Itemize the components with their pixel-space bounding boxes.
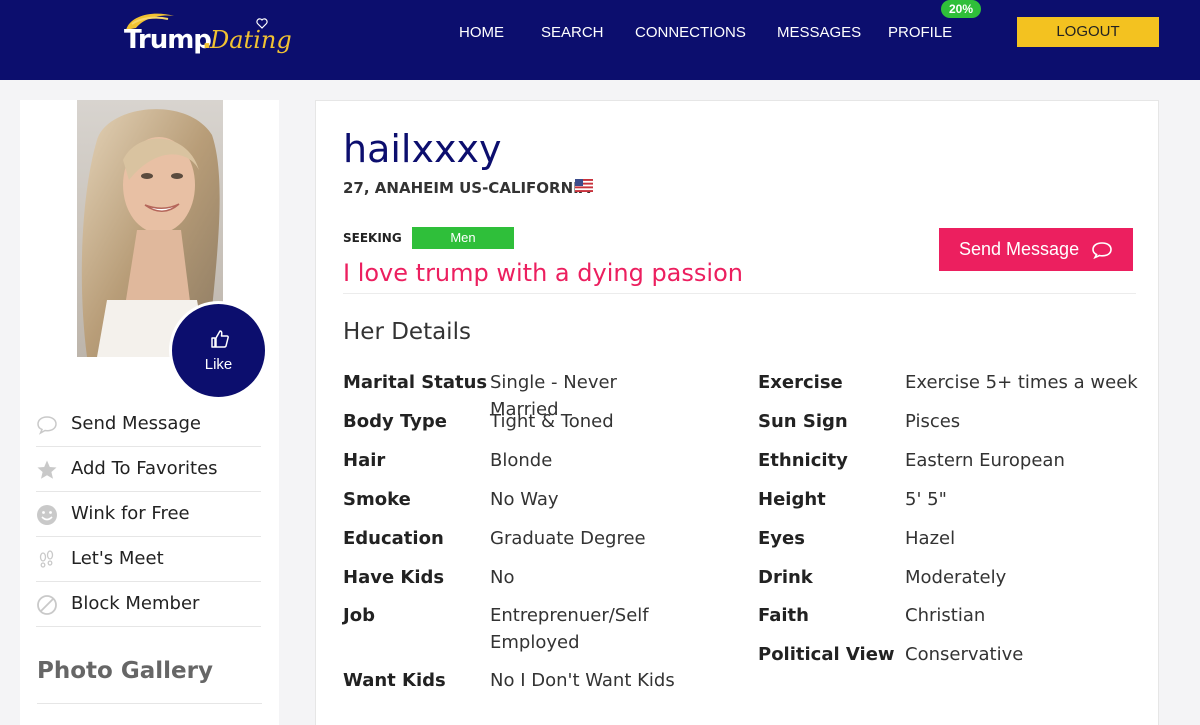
profile-location: 27, ANAHEIM US-CALIFORNIA <box>343 179 591 197</box>
section-divider <box>343 293 1136 294</box>
profile-main-panel: hailxxxy 27, ANAHEIM US-CALIFORNIA SEEKI… <box>315 100 1159 725</box>
nav-connections[interactable]: CONNECTIONS <box>635 24 746 41</box>
logo-word-dating: Dating <box>210 26 292 54</box>
detail-label: Have Kids <box>343 567 445 588</box>
logout-button[interactable]: LOGOUT <box>1017 17 1159 47</box>
detail-value: No Way <box>490 489 559 510</box>
wink-label: Wink for Free <box>71 503 190 524</box>
block-member-label: Block Member <box>71 593 200 614</box>
lets-meet-action[interactable]: Let's Meet <box>36 537 261 582</box>
detail-label: Education <box>343 528 444 549</box>
profile-completion-badge: 20% <box>941 0 981 18</box>
detail-value: Moderately <box>905 567 1007 588</box>
send-message-button[interactable]: Send Message <box>939 228 1133 271</box>
wink-action[interactable]: Wink for Free <box>36 492 261 537</box>
speech-bubble-icon <box>1092 242 1112 259</box>
nav-home[interactable]: HOME <box>459 24 504 41</box>
send-message-button-label: Send Message <box>959 239 1080 259</box>
profile-sidebar: Like Send Message Add To Favorites Wink … <box>20 100 279 725</box>
us-flag-icon <box>575 179 593 192</box>
detail-value: Tight & Toned <box>490 411 614 432</box>
detail-label: Hair <box>343 450 386 471</box>
detail-value: Christian <box>905 605 986 626</box>
thumbs-up-icon <box>211 330 229 348</box>
photo-gallery-title: Photo Gallery <box>37 658 213 684</box>
detail-label: Height <box>758 489 826 510</box>
footprints-icon <box>39 550 54 568</box>
detail-label: Exercise <box>758 372 843 393</box>
seeking-label: SEEKING <box>343 231 402 245</box>
send-message-action[interactable]: Send Message <box>36 402 261 447</box>
logo-word-trump: Trump <box>124 25 212 55</box>
details-title: Her Details <box>343 319 471 345</box>
detail-label: Smoke <box>343 489 411 510</box>
like-button[interactable]: Like <box>169 301 268 400</box>
detail-label: Body Type <box>343 411 447 432</box>
gallery-divider <box>37 703 262 704</box>
detail-value: No I Don't Want Kids <box>490 670 675 691</box>
detail-label: Job <box>343 605 375 626</box>
smiley-icon <box>37 505 57 525</box>
nav-search[interactable]: SEARCH <box>541 24 604 41</box>
block-member-action[interactable]: Block Member <box>36 582 261 627</box>
site-logo[interactable]: Trump . Dating <box>118 10 293 60</box>
profile-tagline: I love trump with a dying passion <box>343 259 743 287</box>
detail-value: Conservative <box>905 644 1024 665</box>
detail-value: Hazel <box>905 528 956 549</box>
send-message-label: Send Message <box>71 413 201 434</box>
detail-label: Eyes <box>758 528 805 549</box>
detail-label: Faith <box>758 605 809 626</box>
detail-label: Ethnicity <box>758 450 848 471</box>
add-to-favorites-label: Add To Favorites <box>71 458 218 479</box>
nav-messages[interactable]: MESSAGES <box>777 24 861 41</box>
detail-value: Entreprenuer/Self Employed <box>490 605 649 653</box>
lets-meet-label: Let's Meet <box>71 548 164 569</box>
detail-label: Marital Status <box>343 372 488 393</box>
detail-label: Sun Sign <box>758 411 848 432</box>
detail-label: Drink <box>758 567 813 588</box>
like-label: Like <box>204 356 233 373</box>
detail-value: Eastern European <box>905 450 1065 471</box>
star-icon <box>37 460 57 479</box>
top-navigation-bar: Trump . Dating HOME SEARCH CONNECTIONS M… <box>0 0 1200 80</box>
seeking-badge: Men <box>412 227 514 249</box>
nav-profile[interactable]: PROFILE <box>888 24 952 41</box>
detail-value: No <box>490 567 515 588</box>
detail-value: Blonde <box>490 450 553 471</box>
detail-value: 5' 5" <box>905 489 947 510</box>
profile-actions: Send Message Add To Favorites Wink for F… <box>36 402 261 627</box>
detail-value: Pisces <box>905 411 961 432</box>
profile-username: hailxxxy <box>343 127 502 171</box>
speech-bubble-icon <box>37 416 57 435</box>
detail-value: Exercise 5+ times a week <box>905 372 1138 393</box>
add-to-favorites-action[interactable]: Add To Favorites <box>36 447 261 492</box>
detail-label: Want Kids <box>343 670 446 691</box>
detail-value: Graduate Degree <box>490 528 646 549</box>
block-icon <box>37 595 57 615</box>
detail-label: Political View <box>758 644 895 665</box>
heart-icon <box>256 18 268 29</box>
